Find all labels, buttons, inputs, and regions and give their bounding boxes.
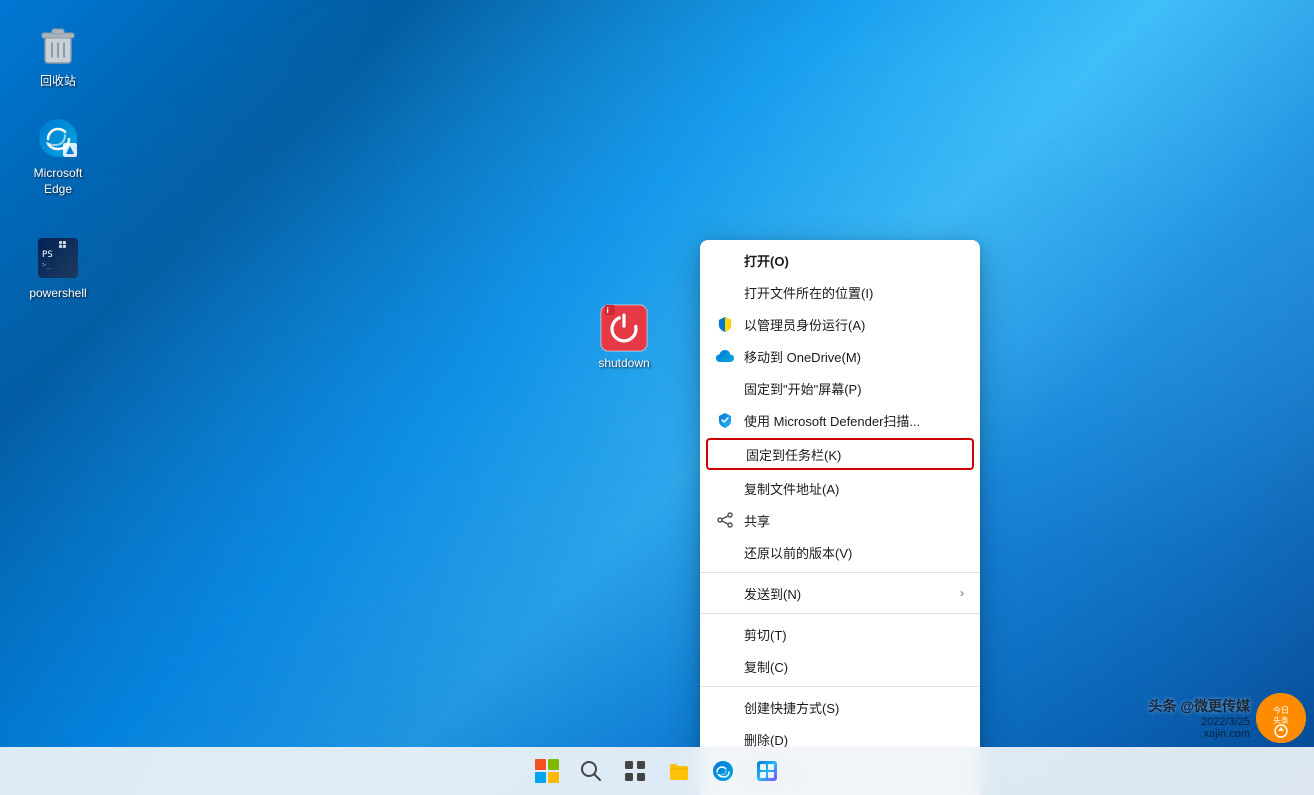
menu-item-pin-start[interactable]: 固定到"开始"屏幕(P): [700, 372, 980, 404]
send-to-arrow: ›: [960, 586, 964, 600]
watermark-logo: 今日 头条: [1256, 693, 1306, 743]
menu-item-defender[interactable]: 使用 Microsoft Defender扫描...: [700, 404, 980, 436]
edge-taskbar-icon: [712, 760, 734, 782]
restore-icon: [716, 543, 734, 561]
shield-icon: [716, 315, 734, 333]
windows-logo-icon: [535, 759, 559, 783]
menu-item-open[interactable]: 打开(O): [700, 244, 980, 276]
file-explorer-icon: [668, 760, 690, 782]
separator-2: [700, 613, 980, 614]
onedrive-icon: [716, 347, 734, 365]
store-icon: [756, 760, 778, 782]
edge-icon: [34, 114, 82, 162]
copy-path-icon: [716, 479, 734, 497]
powershell-label: powershell: [29, 286, 86, 302]
menu-item-create-shortcut[interactable]: 创建快捷方式(S): [700, 691, 980, 723]
open-location-icon: [716, 283, 734, 301]
taskbar: [0, 747, 1314, 795]
menu-item-cut[interactable]: 剪切(T): [700, 618, 980, 650]
menu-item-run-admin[interactable]: 以管理员身份运行(A): [700, 308, 980, 340]
desktop-icon-powershell[interactable]: PS >_ powershell: [18, 230, 98, 306]
svg-text:今日: 今日: [1273, 705, 1289, 715]
separator-1: [700, 572, 980, 573]
cut-icon: [716, 625, 734, 643]
menu-item-onedrive[interactable]: 移动到 OneDrive(M): [700, 340, 980, 372]
svg-text:头条: 头条: [1273, 715, 1289, 725]
send-to-icon: [716, 584, 734, 602]
shutdown-label: shutdown: [598, 356, 649, 372]
defender-icon: [716, 411, 734, 429]
taskbar-start-button[interactable]: [527, 751, 567, 791]
recycle-bin-label: 回收站: [40, 74, 76, 90]
svg-text:i: i: [606, 305, 608, 315]
separator-3: [700, 686, 980, 687]
menu-item-open-location[interactable]: 打开文件所在的位置(I): [700, 276, 980, 308]
taskbar-taskview-button[interactable]: [615, 751, 655, 791]
powershell-icon: PS >_: [34, 234, 82, 282]
desktop-icon-shutdown[interactable]: i shutdown: [584, 300, 664, 376]
pin-taskbar-icon: [718, 445, 736, 463]
menu-item-pin-taskbar[interactable]: 固定到任务栏(K): [706, 438, 974, 470]
context-menu: 打开(O) 打开文件所在的位置(I) 以管理员身份运行(: [700, 240, 980, 795]
menu-item-copy-path[interactable]: 复制文件地址(A): [700, 472, 980, 504]
taskbar-explorer-button[interactable]: [659, 751, 699, 791]
taskbar-store-button[interactable]: [747, 751, 787, 791]
menu-item-copy[interactable]: 复制(C): [700, 650, 980, 682]
pin-start-icon: [716, 379, 734, 397]
create-shortcut-icon: [716, 698, 734, 716]
taskbar-edge-button[interactable]: [703, 751, 743, 791]
desktop: 回收站 Microsoft Edge: [0, 0, 1314, 795]
svg-text:>_: >_: [42, 261, 51, 269]
desktop-icon-edge[interactable]: Microsoft Edge: [18, 110, 98, 201]
svg-text:PS: PS: [42, 250, 53, 260]
watermark-brand: 头条 @微更传媒: [1148, 696, 1250, 716]
desktop-icon-recycle-bin[interactable]: 回收站: [18, 18, 98, 94]
watermark: 头条 @微更传媒 2022/3/25 xajin.com 今日 头条: [1148, 693, 1306, 743]
search-icon: [580, 760, 602, 782]
delete-icon: [716, 730, 734, 748]
watermark-site: xajin.com: [1204, 728, 1250, 740]
edge-label: Microsoft Edge: [22, 166, 94, 197]
copy-icon: [716, 657, 734, 675]
taskbar-search-button[interactable]: [571, 751, 611, 791]
menu-item-share[interactable]: 共享: [700, 504, 980, 536]
menu-item-restore-version[interactable]: 还原以前的版本(V): [700, 536, 980, 568]
open-icon: [716, 251, 734, 269]
menu-item-send-to[interactable]: 发送到(N) ›: [700, 577, 980, 609]
share-icon: [716, 511, 734, 529]
watermark-date: 2022/3/25: [1201, 716, 1250, 728]
shutdown-icon: i: [600, 304, 648, 352]
taskview-icon: [624, 760, 646, 782]
recycle-bin-icon: [34, 22, 82, 70]
